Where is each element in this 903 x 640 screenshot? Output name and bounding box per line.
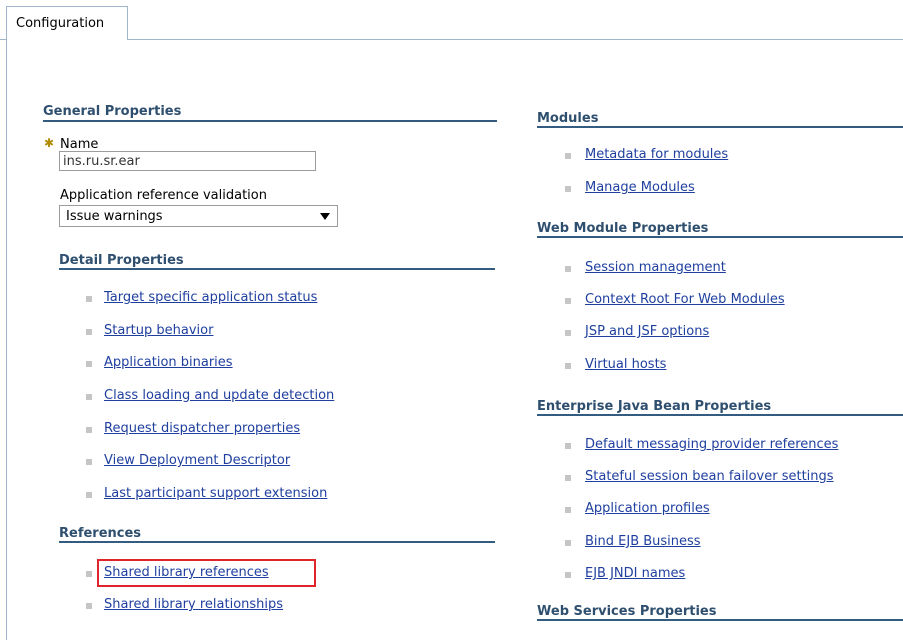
bullet-icon (86, 571, 92, 577)
link-metadata-for-modules[interactable]: Metadata for modules (585, 147, 728, 162)
link-startup-behavior[interactable]: Startup behavior (104, 323, 213, 338)
web-module-properties-title: Web Module Properties (537, 221, 709, 236)
link-target-specific-application-status[interactable]: Target specific application status (104, 290, 317, 305)
web-module-properties-rule (537, 236, 903, 238)
bullet-icon (86, 296, 92, 302)
bullet-icon (565, 540, 571, 546)
bullet-icon (86, 361, 92, 367)
validation-selected-value: Issue warnings (66, 209, 163, 224)
link-ejb-jndi-names[interactable]: EJB JNDI names (585, 566, 685, 581)
references-title: References (59, 526, 142, 541)
bullet-icon (565, 443, 571, 449)
web-services-properties-rule (537, 619, 903, 621)
highlight-box (97, 559, 316, 587)
link-class-loading[interactable]: Class loading and update detection (104, 388, 334, 403)
bullet-icon (565, 363, 571, 369)
name-field[interactable] (59, 151, 316, 171)
general-properties-rule (43, 120, 497, 122)
link-stateful-session-bean-failover[interactable]: Stateful session bean failover settings (585, 469, 834, 484)
bullet-icon (565, 186, 571, 192)
web-services-properties-title: Web Services Properties (537, 604, 717, 619)
bullet-icon (86, 427, 92, 433)
name-label: Name (60, 137, 99, 152)
bullet-icon (565, 475, 571, 481)
link-manage-modules[interactable]: Manage Modules (585, 180, 695, 195)
detail-properties-title: Detail Properties (59, 253, 184, 268)
bullet-icon (565, 266, 571, 272)
bullet-icon (86, 459, 92, 465)
link-virtual-hosts[interactable]: Virtual hosts (585, 357, 666, 372)
link-default-messaging-provider[interactable]: Default messaging provider references (585, 437, 838, 452)
detail-properties-rule (59, 268, 495, 270)
tab-divider (127, 39, 903, 40)
link-request-dispatcher[interactable]: Request dispatcher properties (104, 421, 300, 436)
validation-label: Application reference validation (60, 188, 267, 203)
bullet-icon (565, 298, 571, 304)
link-session-management[interactable]: Session management (585, 260, 726, 275)
bullet-icon (565, 507, 571, 513)
ejb-properties-title: Enterprise Java Bean Properties (537, 399, 772, 414)
link-context-root[interactable]: Context Root For Web Modules (585, 292, 785, 307)
required-icon: ✱ (44, 136, 55, 150)
link-application-profiles[interactable]: Application profiles (585, 501, 710, 516)
ejb-properties-rule (537, 414, 903, 416)
tab-configuration[interactable]: Configuration (6, 6, 128, 40)
link-shared-library-relationships[interactable]: Shared library relationships (104, 597, 283, 612)
validation-select[interactable]: Issue warnings (59, 205, 338, 227)
link-last-participant-support[interactable]: Last participant support extension (104, 486, 327, 501)
bullet-icon (565, 572, 571, 578)
bullet-icon (565, 153, 571, 159)
chevron-down-icon (320, 213, 330, 220)
bullet-icon (565, 330, 571, 336)
link-bind-ejb-business[interactable]: Bind EJB Business (585, 534, 701, 549)
modules-title: Modules (537, 111, 599, 126)
general-properties-title: General Properties (43, 104, 182, 119)
link-jsp-jsf-options[interactable]: JSP and JSF options (585, 324, 709, 339)
bullet-icon (86, 492, 92, 498)
bullet-icon (86, 603, 92, 609)
link-view-deployment-descriptor[interactable]: View Deployment Descriptor (104, 453, 290, 468)
bullet-icon (86, 329, 92, 335)
bullet-icon (86, 394, 92, 400)
link-application-binaries[interactable]: Application binaries (104, 355, 233, 370)
tab-configuration-label: Configuration (16, 16, 105, 31)
references-rule (59, 541, 495, 543)
panel-border (6, 39, 7, 640)
modules-rule (537, 126, 903, 128)
